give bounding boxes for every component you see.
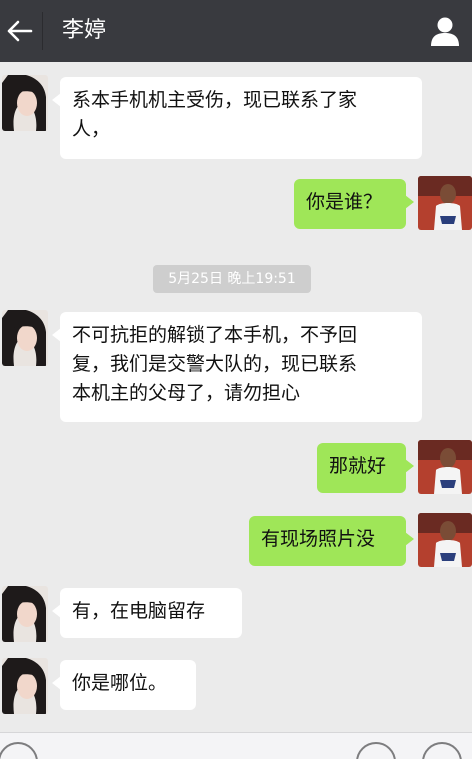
message-bubble-outgoing[interactable]: 有现场照片没 [249,516,414,566]
message-text: 那就好 [329,455,387,477]
plus-icon[interactable] [422,742,462,759]
contact-avatar[interactable] [2,75,48,131]
message-bubble-outgoing[interactable]: 你是谁？ [294,179,414,229]
message-text: 人， [72,118,111,140]
message-bubble-incoming[interactable]: 系本手机机主受伤，现已联系了家 人， [52,77,422,159]
message-bubble-incoming[interactable]: 有，在电脑留存 [52,588,242,638]
message-timestamp: 5月25日 晚上19:51 [153,265,311,293]
back-arrow-icon [7,20,33,42]
contact-avatar[interactable] [2,310,48,366]
chat-header: 李婷 [0,0,472,62]
message-text: 有现场照片没 [261,528,376,550]
chat-title: 李婷 [62,18,107,43]
contact-avatar[interactable] [2,658,48,714]
input-bar [0,732,472,759]
header-divider [42,12,43,50]
self-avatar[interactable] [418,440,472,494]
contact-avatar[interactable] [2,586,48,642]
voice-icon[interactable] [0,742,38,759]
message-text: 有，在电脑留存 [72,600,206,622]
self-avatar[interactable] [418,513,472,567]
message-bubble-incoming[interactable]: 不可抗拒的解锁了本手机，不予回 复，我们是交警大队的，现已联系 本机主的父母了，… [52,312,422,422]
back-button[interactable] [0,0,40,62]
message-text: 系本手机机主受伤，现已联系了家 [72,89,358,111]
message-text: 复，我们是交警大队的，现已联系 [72,353,358,375]
person-icon [431,17,459,46]
emoji-icon[interactable] [356,742,396,759]
message-text: 你是哪位。 [72,672,168,694]
message-text: 本机主的父母了，请勿担心 [72,382,301,404]
message-bubble-outgoing[interactable]: 那就好 [317,443,414,493]
message-bubble-incoming[interactable]: 你是哪位。 [52,660,196,710]
message-text: 不可抗拒的解锁了本手机，不予回 [72,324,358,346]
self-avatar[interactable] [418,176,472,230]
message-text: 你是谁？ [306,191,383,213]
chat-info-button[interactable] [422,8,468,54]
